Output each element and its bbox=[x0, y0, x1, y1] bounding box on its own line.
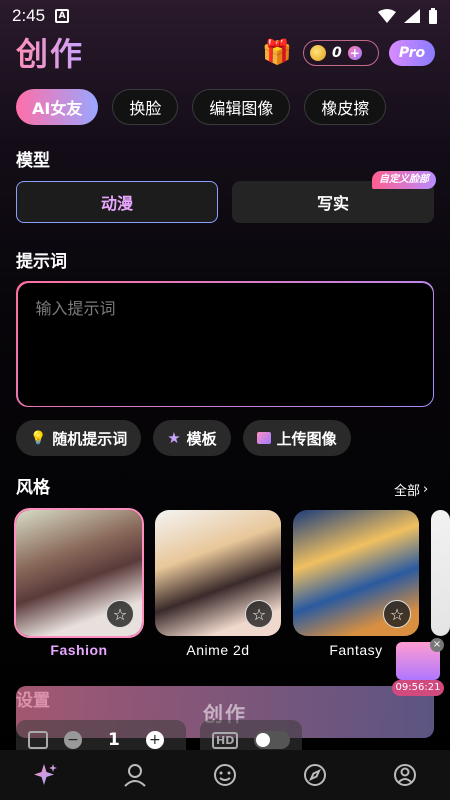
tab-ai-girlfriend[interactable]: AI女友 bbox=[16, 89, 99, 125]
notification-icon: A bbox=[55, 9, 70, 23]
random-prompt-label: 随机提示词 bbox=[52, 429, 128, 448]
nav-chat[interactable] bbox=[205, 755, 245, 795]
prompt-box: 输入提示词 bbox=[16, 281, 434, 407]
app-screen: 2:45 A 创作 🎁 0 + Pro AI女友 换脸 编辑图像 橡皮擦 模型 … bbox=[0, 0, 450, 800]
promo-countdown: 09:56:21 bbox=[392, 680, 444, 696]
star-icon: ★ bbox=[167, 429, 181, 447]
nav-profile[interactable] bbox=[385, 755, 425, 795]
style-label: 风格 bbox=[16, 478, 50, 498]
nav-create[interactable] bbox=[25, 755, 65, 795]
battery-icon bbox=[429, 8, 437, 24]
nav-face[interactable] bbox=[115, 755, 155, 795]
style-card-partial[interactable] bbox=[431, 510, 450, 636]
close-icon[interactable]: × bbox=[430, 638, 444, 652]
decrement-icon[interactable]: − bbox=[64, 731, 82, 749]
tab-face-swap[interactable]: 换脸 bbox=[112, 89, 179, 125]
image-icon bbox=[256, 432, 271, 444]
style-card-label: Fashion bbox=[50, 642, 108, 658]
status-time: 2:45 bbox=[12, 6, 46, 25]
wifi-icon bbox=[378, 9, 396, 23]
favorite-icon[interactable]: ☆ bbox=[245, 600, 273, 628]
upload-image-label: 上传图像 bbox=[276, 429, 337, 448]
profile-icon bbox=[394, 764, 416, 786]
signal-icon bbox=[404, 9, 420, 23]
style-card-label: Anime 2d bbox=[186, 642, 250, 658]
bottom-nav bbox=[0, 750, 450, 800]
tab-eraser[interactable]: 橡皮擦 bbox=[304, 89, 387, 125]
chevron-right-icon: › bbox=[423, 482, 429, 497]
template-label: 模板 bbox=[186, 429, 217, 448]
prompt-label: 提示词 bbox=[16, 252, 67, 272]
person-face-icon bbox=[124, 764, 146, 787]
custom-face-badge: 自定义脸部 bbox=[372, 171, 436, 189]
page-title: 创作 bbox=[16, 29, 84, 75]
add-coins-icon[interactable]: + bbox=[347, 46, 362, 60]
prompt-input[interactable]: 输入提示词 bbox=[17, 282, 433, 406]
sparkle-icon bbox=[34, 764, 57, 785]
mode-tabs: AI女友 换脸 编辑图像 橡皮擦 bbox=[16, 89, 387, 125]
promo-timer-widget[interactable]: 09:56:21 × bbox=[392, 638, 444, 696]
see-all-label: 全部 bbox=[394, 484, 421, 499]
random-prompt-button[interactable]: 💡 随机提示词 bbox=[16, 420, 142, 456]
image-count-value: 1 bbox=[108, 730, 120, 750]
style-card-fantasy[interactable]: ☆ bbox=[293, 510, 419, 636]
coin-count: 0 bbox=[332, 45, 342, 61]
hd-toggle[interactable] bbox=[254, 731, 290, 749]
favorite-icon[interactable]: ☆ bbox=[383, 600, 411, 628]
image-count-icon bbox=[28, 731, 48, 749]
header: 创作 🎁 0 + Pro bbox=[16, 30, 436, 74]
prompt-tools: 💡 随机提示词 ★ 模板 上传图像 bbox=[16, 420, 351, 456]
model-anime-button[interactable]: 动漫 bbox=[16, 181, 218, 223]
style-card-fashion[interactable]: ☆ bbox=[14, 508, 144, 638]
coin-icon bbox=[310, 45, 326, 61]
compass-icon bbox=[304, 764, 326, 786]
template-button[interactable]: ★ 模板 bbox=[153, 420, 231, 456]
see-all-link[interactable]: 全部 › bbox=[394, 480, 428, 499]
pro-button[interactable]: Pro bbox=[389, 40, 435, 66]
status-bar: 2:45 A bbox=[0, 0, 450, 32]
model-realistic-label: 写实 bbox=[316, 194, 349, 213]
gift-icon[interactable]: 🎁 bbox=[262, 38, 292, 66]
smile-icon bbox=[214, 764, 236, 786]
style-card-anime-2d[interactable]: ☆ bbox=[155, 510, 281, 636]
tab-edit-image[interactable]: 编辑图像 bbox=[192, 89, 291, 125]
coin-balance[interactable]: 0 + bbox=[303, 40, 379, 66]
toggle-knob bbox=[256, 733, 271, 747]
bulb-icon: 💡 bbox=[30, 430, 47, 446]
favorite-icon[interactable]: ☆ bbox=[106, 600, 134, 628]
hd-icon: HD bbox=[212, 731, 239, 749]
increment-icon[interactable]: + bbox=[145, 731, 164, 749]
model-label: 模型 bbox=[16, 151, 50, 171]
model-realistic-button[interactable]: 写实 自定义脸部 bbox=[232, 171, 436, 223]
upload-image-button[interactable]: 上传图像 bbox=[242, 420, 351, 456]
nav-explore[interactable] bbox=[295, 755, 335, 795]
